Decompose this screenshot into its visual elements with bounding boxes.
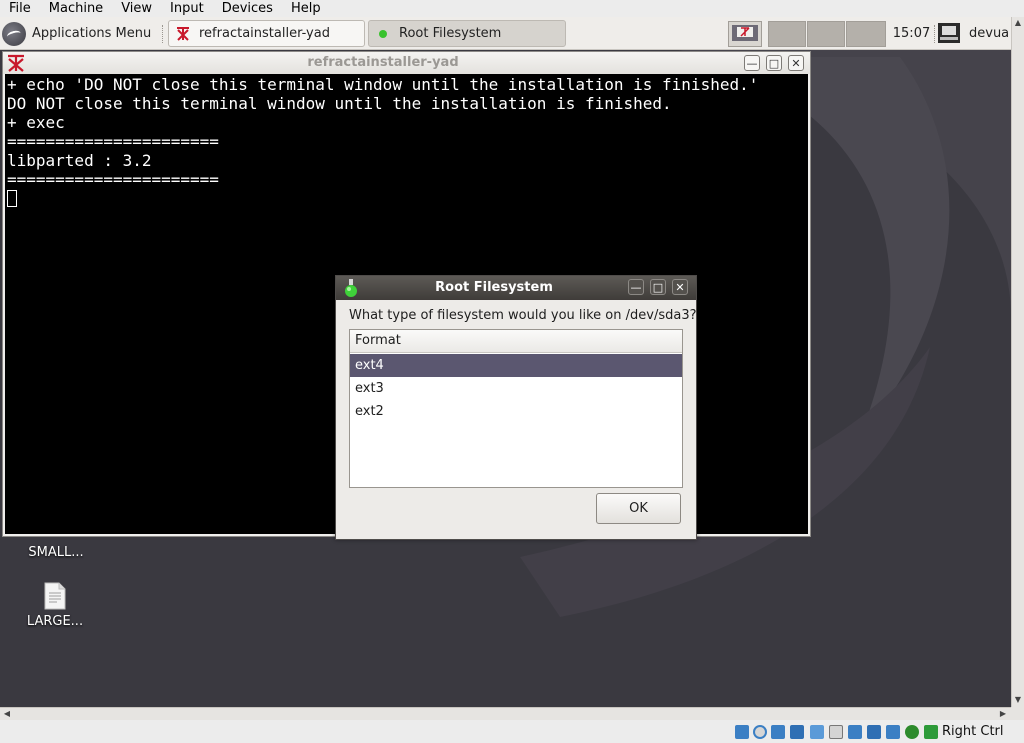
video-capture-icon[interactable] [867,725,881,739]
workspace-3[interactable] [807,21,845,47]
taskbar-item-label: Root Filesystem [399,26,502,41]
taskbar-item-refractainstaller[interactable]: refractainstaller-yad [168,20,365,47]
applications-menu-label: Applications Menu [32,26,152,41]
desktop-icon-label: LARGE... [26,614,84,629]
dialog-minimize-button[interactable]: — [628,279,644,295]
dialog-question: What type of filesystem would you like o… [349,308,697,323]
dialog-close-button[interactable]: ✕ [672,279,688,295]
taskbar-item-root-filesystem[interactable]: Root Filesystem [368,20,566,47]
shared-folder-icon[interactable] [829,725,843,739]
minimize-icon: — [746,56,758,70]
scroll-up-icon[interactable]: ▲ [1012,17,1024,29]
applications-menu-button[interactable]: Applications Menu [2,20,160,47]
terminal-prompt-line [7,189,808,208]
hard-disk-icon[interactable] [735,725,749,739]
vm-statusbar: Right Ctrl [0,720,1024,743]
terminal-minimize-button[interactable]: — [744,55,760,71]
menu-help[interactable]: Help [282,0,330,17]
maximize-icon: □ [652,280,664,294]
panel-separator [162,25,165,43]
guest-screen: Applications Menu refractainstaller-yad … [0,17,1011,707]
top-panel: Applications Menu refractainstaller-yad … [0,17,1011,50]
network-icon[interactable] [790,725,804,739]
list-item-ext4[interactable]: ext4 [350,354,682,377]
close-icon: ✕ [675,280,685,294]
minimize-icon: — [630,280,642,294]
format-column-header[interactable]: Format [350,330,682,353]
terminal-line: DO NOT close this terminal window until … [7,94,672,113]
dialog-maximize-button[interactable]: □ [650,279,666,295]
workspace-1[interactable] [728,21,762,47]
terminal-cursor [7,190,17,207]
usb-icon[interactable] [810,725,824,739]
dialog-title: Root Filesystem [435,280,553,295]
root-filesystem-dialog: Root Filesystem — □ ✕ What type of files… [335,275,697,540]
ok-button[interactable]: OK [596,493,681,524]
maximize-icon: □ [768,56,780,70]
dialog-titlebar[interactable]: Root Filesystem — □ ✕ [336,276,696,300]
document-icon [44,582,66,610]
desktop-icon-large[interactable]: LARGE... [10,582,100,629]
scroll-left-icon[interactable]: ◀ [1,708,13,720]
host-key-label: Right Ctrl [942,724,1004,739]
terminal-titlebar[interactable]: refractainstaller-yad — □ ✕ [3,52,810,74]
close-icon: ✕ [791,56,801,70]
audio-icon[interactable] [771,725,785,739]
recording-icon[interactable] [886,725,900,739]
taskbar-item-label: refractainstaller-yad [199,26,330,41]
workspace-2[interactable] [768,21,806,47]
terminal-title: refractainstaller-yad [307,55,459,70]
vm-menubar: File Machine View Input Devices Help [0,0,1024,17]
display-icon[interactable] [848,725,862,739]
filesystem-list[interactable]: Format ext4 ext3 ext2 [349,329,683,488]
terminal-line: ====================== [7,170,219,189]
vertical-scrollbar[interactable]: ▲ ▼ [1011,17,1024,707]
menu-view[interactable]: View [112,0,161,17]
devuan-logo-icon [2,21,26,46]
horizontal-scrollbar[interactable]: ◀ ▶ [0,707,1011,720]
terminal-line: libparted : 3.2 [7,151,152,170]
panel-clock[interactable]: 15:07 [889,17,934,50]
panel-user-name[interactable]: devua [969,17,1009,50]
optical-disk-icon[interactable] [753,725,767,739]
desktop-icon-small[interactable]: SMALL... [11,545,101,560]
refracta-icon [175,26,191,42]
terminal-maximize-button[interactable]: □ [766,55,782,71]
scroll-corner [1011,707,1024,720]
menu-file[interactable]: File [0,0,40,17]
menu-machine[interactable]: Machine [40,0,112,17]
terminal-line: + exec [7,113,65,132]
green-dot-icon [375,26,391,42]
mouse-integration-icon[interactable] [905,725,919,739]
terminal-line: ====================== [7,132,219,151]
terminal-close-button[interactable]: ✕ [788,55,804,71]
list-item-ext3[interactable]: ext3 [350,377,682,400]
menu-input[interactable]: Input [161,0,213,17]
menu-devices[interactable]: Devices [213,0,282,17]
list-item-ext2[interactable]: ext2 [350,400,682,423]
scroll-right-icon[interactable]: ▶ [997,708,1009,720]
scroll-down-icon[interactable]: ▼ [1012,694,1024,706]
terminal-line: + echo 'DO NOT close this terminal windo… [7,75,759,94]
desktop-icon-label: SMALL... [28,545,84,560]
user-switch-icon[interactable] [937,22,961,44]
workspace-4[interactable] [846,21,886,47]
keyboard-capture-icon[interactable] [924,725,938,739]
